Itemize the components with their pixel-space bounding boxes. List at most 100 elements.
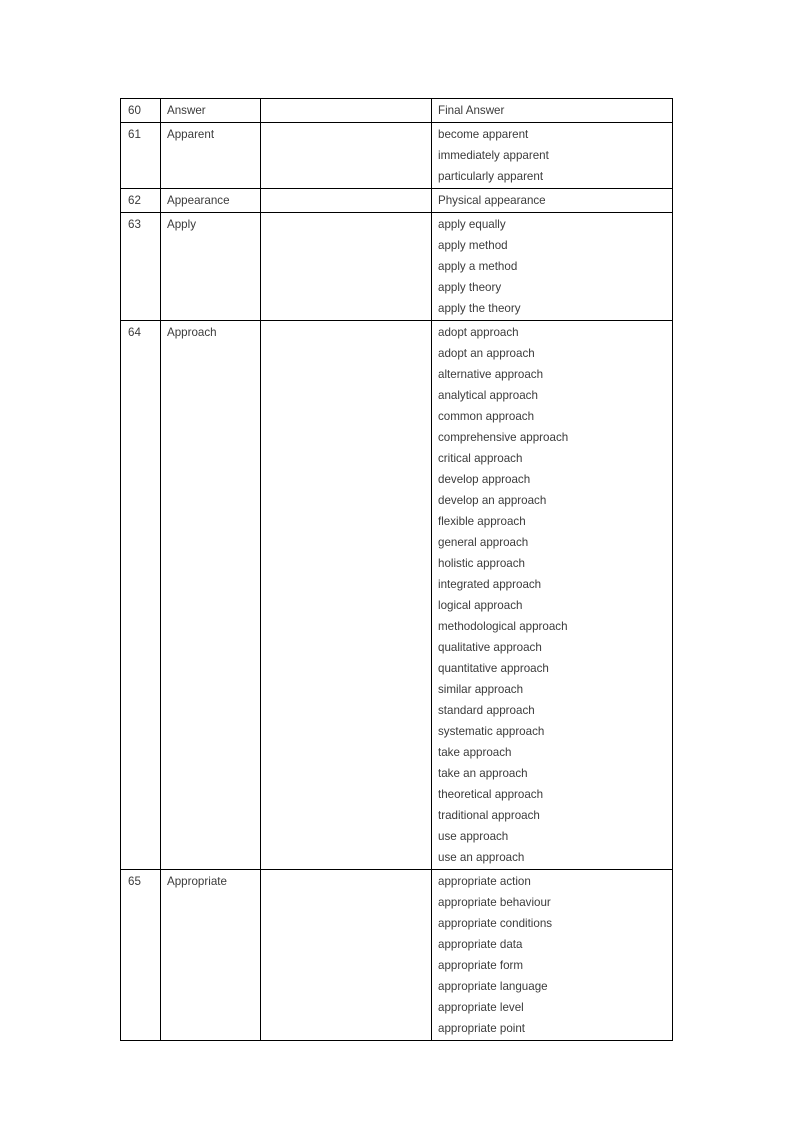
cell-blank [260,188,432,213]
cell-entry-number: 60 [120,98,161,123]
cell-headword: Answer [160,98,261,123]
blank-text [261,321,431,344]
table-row: 64 Approach adopt approach adopt an approa… [120,320,673,870]
headword-text: Answer [167,104,206,117]
collocation-item: critical approach [438,452,523,465]
collocation-table: 60 Answer Final Answer 61 Apparent become a… [120,98,673,1041]
collocation-item: immediately apparent [438,149,549,162]
collocation-list: adopt approach adopt an approach alternati… [432,321,672,869]
headword-text: Appearance [167,194,230,207]
collocation-item: alternative approach [438,368,544,381]
cell-entry-number: 63 [120,212,161,321]
cell-blank [260,98,432,123]
collocation-item: adopt an approach [438,347,535,360]
collocation-list: become apparent immediately apparent parti… [432,123,672,188]
blank-text [261,213,431,236]
collocation-list: appropriate action appropriate behaviour a… [432,870,672,1040]
cell-entry-number: 64 [120,320,161,870]
collocation-item: traditional approach [438,809,540,822]
collocation-item: comprehensive approach [438,431,569,444]
entry-number-text: 60 [128,104,141,117]
table-row: 65 Appropriate appropriate action appropri… [120,869,673,1041]
cell-headword: Appropriate [160,869,261,1041]
table-row: 63 Apply apply equally apply method apply a… [120,212,673,321]
cell-blank [260,869,432,1041]
collocation-item: similar approach [438,683,524,696]
collocation-item: adopt approach [438,326,519,339]
blank-text [261,870,431,893]
collocation-item: take an approach [438,767,528,780]
collocation-item: use an approach [438,851,525,864]
collocation-item: flexible approach [438,515,526,528]
entry-number-text: 64 [128,326,141,339]
collocation-item: apply equally [438,218,506,231]
headword-text: Apply [167,218,197,231]
cell-entry-number: 62 [120,188,161,213]
collocation-item: appropriate data [438,938,523,951]
collocation-item: standard approach [438,704,535,717]
collocation-item: analytical approach [438,389,538,402]
collocation-item: Physical appearance [438,194,546,207]
cell-headword: Approach [160,320,261,870]
collocation-item: use approach [438,830,509,843]
collocation-item: particularly apparent [438,170,544,183]
collocation-item: qualitative approach [438,641,542,654]
collocation-item: appropriate point [438,1022,526,1035]
collocation-item: take approach [438,746,512,759]
entry-number-text: 63 [128,218,141,231]
cell-headword: Apply [160,212,261,321]
headword-text: Apparent [167,128,215,141]
collocation-item: common approach [438,410,535,423]
collocation-item: methodological approach [438,620,568,633]
cell-collocations: Physical appearance [431,188,673,213]
collocation-list: apply equally apply method apply a method a… [432,213,672,320]
table-row: 61 Apparent become apparent immediately ap… [120,122,673,189]
cell-blank [260,212,432,321]
cell-entry-number: 61 [120,122,161,189]
collocation-item: appropriate language [438,980,548,993]
collocation-item: develop an approach [438,494,547,507]
cell-entry-number: 65 [120,869,161,1041]
cell-blank [260,122,432,189]
collocation-item: general approach [438,536,529,549]
cell-collocations: adopt approach adopt an approach alternati… [431,320,673,870]
table-row: 62 Appearance Physical appearance [120,188,673,213]
collocation-item: appropriate conditions [438,917,553,930]
document-page: 60 Answer Final Answer 61 Apparent become a… [0,0,794,1123]
entry-number-text: 61 [128,128,141,141]
cell-collocations: Final Answer [431,98,673,123]
cell-headword: Apparent [160,122,261,189]
collocation-list: Final Answer [432,99,672,122]
collocation-list: Physical appearance [432,189,672,212]
collocation-item: develop approach [438,473,531,486]
collocation-item: appropriate behaviour [438,896,551,909]
blank-text [261,123,431,146]
collocation-item: logical approach [438,599,523,612]
collocation-item: theoretical approach [438,788,544,801]
blank-text [261,99,431,122]
table-body: 60 Answer Final Answer 61 Apparent become a… [120,98,673,1041]
cell-collocations: become apparent immediately apparent parti… [431,122,673,189]
collocation-item: systematic approach [438,725,545,738]
headword-text: Approach [167,326,217,339]
collocation-item: apply a method [438,260,518,273]
collocation-item: Final Answer [438,104,505,117]
headword-text: Appropriate [167,875,227,888]
collocation-item: holistic approach [438,557,526,570]
collocation-item: quantitative approach [438,662,549,675]
collocation-item: apply method [438,239,508,252]
collocation-item: become apparent [438,128,529,141]
cell-headword: Appearance [160,188,261,213]
cell-collocations: appropriate action appropriate behaviour a… [431,869,673,1041]
cell-blank [260,320,432,870]
cell-collocations: apply equally apply method apply a method a… [431,212,673,321]
collocation-item: appropriate level [438,1001,524,1014]
entry-number-text: 62 [128,194,141,207]
collocation-item: appropriate action [438,875,531,888]
collocation-item: apply the theory [438,302,521,315]
collocation-item: apply theory [438,281,502,294]
blank-text [261,189,431,212]
table-row: 60 Answer Final Answer [120,98,673,123]
collocation-item: appropriate form [438,959,524,972]
entry-number-text: 65 [128,875,141,888]
